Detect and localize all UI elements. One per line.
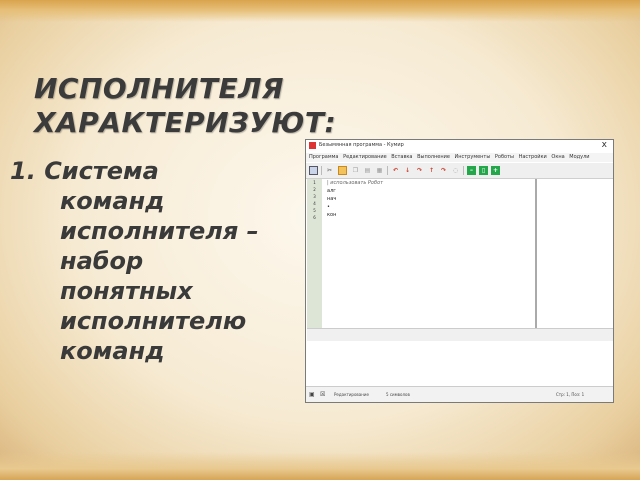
menu-item-run[interactable]: Выполнение — [417, 153, 450, 162]
stop-icon[interactable]: – — [467, 166, 476, 175]
status-position: Стр: 1, Поз: 1 — [556, 392, 585, 397]
status-chars: 5 символов — [386, 392, 410, 397]
menu-item-robots[interactable]: Роботы — [495, 153, 514, 162]
decorative-bottom-border — [0, 452, 640, 480]
window-titlebar: Безымянная программа - Кумир x — [306, 140, 613, 152]
line-number: 4 — [313, 201, 316, 206]
body-line-5: понятных — [60, 277, 193, 305]
toolbar: ✂ ❐ ▤ ▦ ↶ ↓ ↷ ↑ ↷ ◌ – ▯ + — [306, 163, 613, 179]
body-line-3: исполнителя – — [60, 217, 259, 245]
code-editor[interactable]: | использовать Робот алг нач • кон — [323, 179, 536, 328]
status-icon-doc: ▣ — [309, 391, 315, 398]
menu-item-edit[interactable]: Редактирование — [343, 153, 387, 162]
menu-item-modules[interactable]: Модули — [569, 153, 589, 162]
step-out-icon[interactable]: ↑ — [427, 166, 436, 175]
run-icon[interactable]: + — [491, 166, 500, 175]
menu-item-program[interactable]: Программа — [309, 153, 338, 162]
step-over-icon[interactable]: ↷ — [415, 166, 424, 175]
slide-title-line-2: ХАРАКТЕРИЗУЮТ: — [34, 106, 337, 139]
toolbar-separator — [387, 166, 388, 175]
undo-icon[interactable]: ↶ — [391, 166, 400, 175]
console-pane[interactable] — [307, 341, 613, 384]
line-number-gutter: 1 2 3 4 5 6 — [307, 179, 322, 328]
code-line: нач — [327, 196, 337, 202]
cut-icon[interactable]: ✂ — [325, 166, 334, 175]
body-line-2: команд — [60, 187, 165, 215]
redo-icon[interactable]: ↷ — [439, 166, 448, 175]
output-margin-pane — [536, 179, 613, 328]
kumir-app-screenshot: Безымянная программа - Кумир x Программа… — [305, 139, 614, 403]
body-line-7: команд — [60, 337, 165, 365]
paste-icon[interactable]: ▤ — [363, 166, 372, 175]
save-icon[interactable] — [309, 166, 318, 175]
breakpoint-icon[interactable]: ◌ — [451, 166, 460, 175]
menu-item-tools[interactable]: Инструменты — [455, 153, 491, 162]
status-bar: ▣ ☒ Редактирование 5 символов Стр: 1, По… — [306, 386, 613, 402]
copy-icon[interactable]: ❐ — [351, 166, 360, 175]
line-number: 3 — [313, 194, 316, 199]
code-line: • — [327, 204, 330, 210]
status-icon-x: ☒ — [320, 391, 326, 398]
line-number: 2 — [313, 187, 316, 192]
body-line-6: исполнителю — [60, 307, 247, 335]
menu-item-settings[interactable]: Настройки — [519, 153, 547, 162]
decorative-top-border — [0, 0, 640, 22]
menu-bar: Программа Редактирование Вставка Выполне… — [306, 153, 613, 162]
print-icon[interactable]: ▦ — [375, 166, 384, 175]
open-icon[interactable] — [338, 166, 347, 175]
app-icon — [309, 142, 316, 149]
line-number: 1 — [313, 180, 316, 185]
step-icon[interactable]: ▯ — [479, 166, 488, 175]
close-icon[interactable]: x — [602, 140, 607, 150]
list-number: 1. — [10, 157, 36, 185]
status-mode: Редактирование — [334, 392, 369, 397]
code-line: кон — [327, 212, 337, 218]
step-into-icon[interactable]: ↓ — [403, 166, 412, 175]
slide-title-line-1: ИСПОЛНИТЕЛЯ — [34, 72, 284, 105]
menu-item-insert[interactable]: Вставка — [391, 153, 412, 162]
horizontal-scrollbar[interactable] — [307, 328, 613, 342]
toolbar-separator — [463, 166, 464, 175]
line-number: 6 — [313, 215, 316, 220]
menu-item-windows[interactable]: Окна — [551, 153, 564, 162]
code-line: алг — [327, 188, 336, 194]
body-line-1-text: Система — [44, 157, 159, 185]
toolbar-separator — [321, 166, 322, 175]
body-line-4: набор — [60, 247, 144, 275]
slide-title: ИСПОЛНИТЕЛЯ ХАРАКТЕРИЗУЮТ: — [34, 72, 336, 140]
slide-body: 1. Система команд исполнителя – набор по… — [10, 156, 300, 366]
line-number: 5 — [313, 208, 316, 213]
body-line-1: 1. Система — [10, 156, 300, 186]
code-line: | использовать Робот — [327, 180, 384, 186]
window-title: Безымянная программа - Кумир — [319, 142, 404, 148]
